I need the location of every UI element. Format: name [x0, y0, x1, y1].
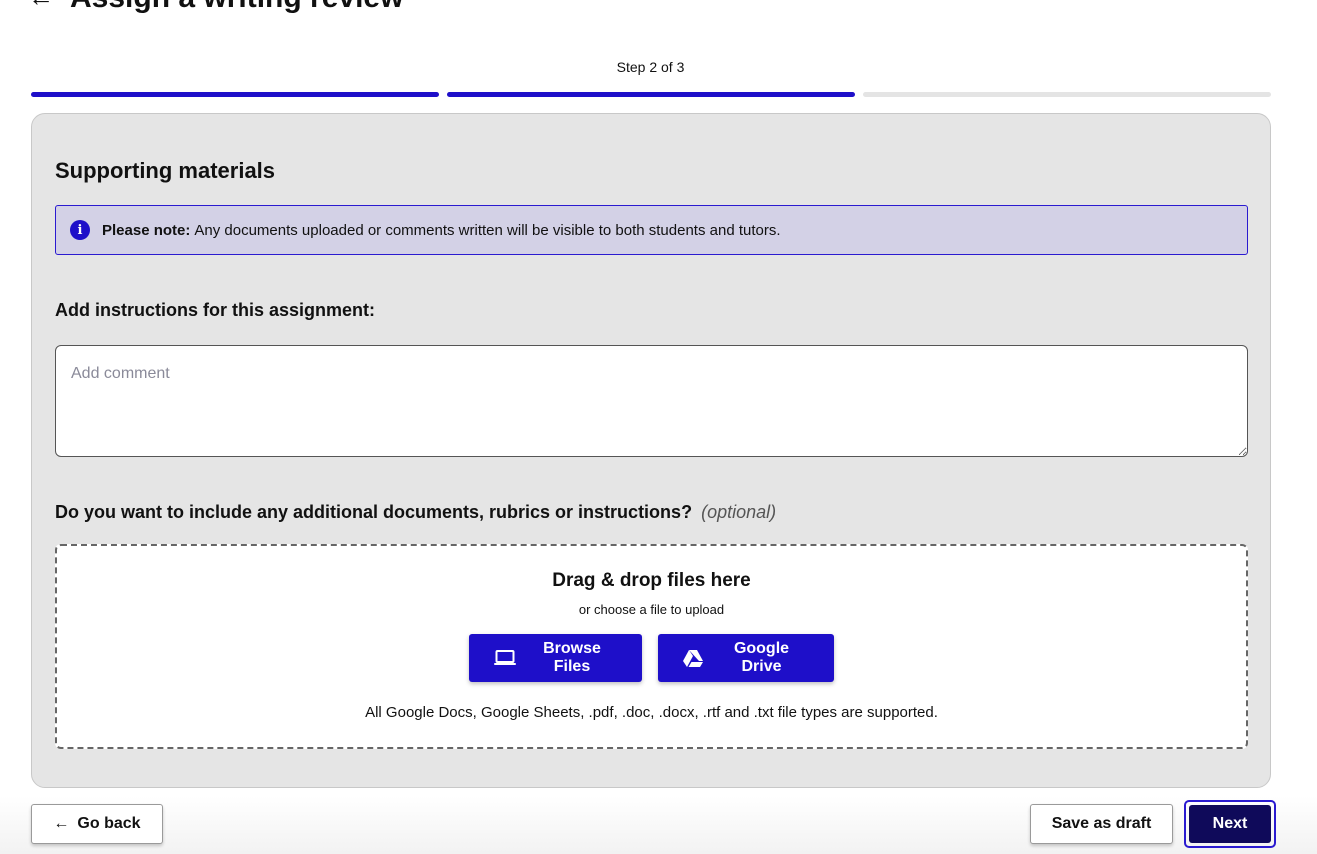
- back-arrow-icon[interactable]: ←: [28, 0, 54, 10]
- go-back-button[interactable]: ← Go back: [31, 804, 163, 844]
- laptop-icon: [493, 649, 517, 667]
- section-title: Supporting materials: [55, 158, 276, 183]
- comment-textarea[interactable]: [55, 345, 1248, 457]
- dropzone-title: Drag & drop files here: [552, 570, 751, 591]
- info-icon: i: [70, 220, 90, 240]
- page-title: Assign a writing review: [70, 0, 403, 18]
- progress-segment-1: [31, 92, 439, 97]
- documents-question: Do you want to include any additional do…: [55, 502, 693, 522]
- upload-buttons: Browse Files Google Drive: [57, 634, 1246, 682]
- progress-segment-2: [447, 92, 855, 97]
- notice-text: Any documents uploaded or comments writt…: [194, 221, 781, 239]
- progress-segment-3: [863, 92, 1271, 97]
- google-drive-button[interactable]: Google Drive: [658, 634, 834, 682]
- progress-bar: [31, 92, 1271, 97]
- supporting-materials-panel: Supporting materials i Please note: Any …: [31, 113, 1271, 788]
- documents-label: Do you want to include any additional do…: [55, 502, 776, 523]
- file-dropzone[interactable]: Drag & drop files here or choose a file …: [55, 544, 1248, 749]
- instructions-label: Add instructions for this assignment:: [55, 300, 376, 320]
- go-back-label: Go back: [77, 815, 141, 832]
- browse-files-label: Browse Files: [543, 640, 601, 675]
- step-indicator: Step 2 of 3: [616, 59, 685, 75]
- next-button[interactable]: Next: [1189, 805, 1271, 843]
- footer-bar: ← Go back Save as draft Next: [0, 796, 1317, 854]
- supported-types-note: All Google Docs, Google Sheets, .pdf, .d…: [365, 704, 938, 721]
- notice-bold: Please note:: [102, 221, 191, 239]
- optional-tag: (optional): [701, 502, 777, 522]
- browse-files-button[interactable]: Browse Files: [469, 634, 642, 682]
- visibility-notice: i Please note: Any documents uploaded or…: [55, 205, 1248, 255]
- arrow-left-icon: ←: [53, 815, 70, 832]
- dropzone-subtitle: or choose a file to upload: [578, 602, 725, 617]
- google-drive-icon: [682, 649, 704, 668]
- page-header: ← Assign a writing review: [0, 0, 1317, 18]
- google-drive-label: Google Drive: [733, 640, 790, 675]
- save-draft-button[interactable]: Save as draft: [1030, 804, 1173, 844]
- next-focus-ring: Next: [1184, 800, 1276, 848]
